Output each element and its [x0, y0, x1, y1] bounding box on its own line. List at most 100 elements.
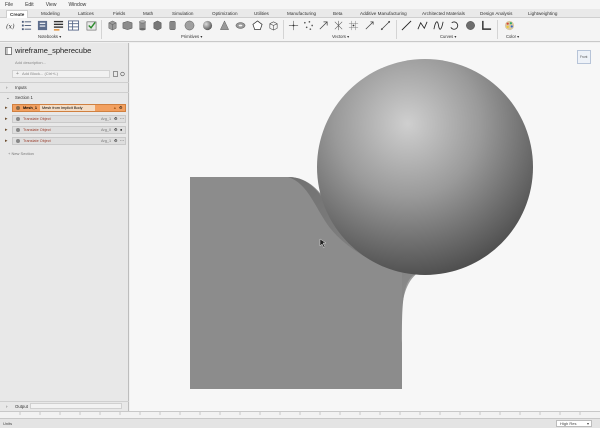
output-field[interactable] [30, 403, 122, 409]
group-curves[interactable]: Curves ▾ [440, 34, 457, 39]
ribbon-tabs: Create Modeling Lattices Fields Math Sim… [0, 9, 600, 18]
tab-optimization[interactable]: Optimization [212, 11, 238, 16]
check-icon[interactable] [86, 20, 97, 31]
tab-manufacturing[interactable]: Manufacturing [287, 11, 316, 16]
block-operation-select[interactable]: Mesh from Implicit Body [40, 105, 95, 111]
status-bar: Units High Res ▾ [0, 418, 600, 428]
block-status-icon [16, 128, 20, 132]
notebook-icon [5, 47, 12, 55]
direction-icon[interactable] [364, 20, 375, 31]
chevron-right-icon: › [6, 84, 8, 90]
menu-file[interactable]: File [5, 2, 13, 8]
color-palette-icon[interactable] [504, 20, 515, 31]
settings-icon[interactable]: ⚙ [114, 127, 117, 133]
settings-icon[interactable]: ⚙ [119, 105, 122, 111]
chevron-right-icon: ▸ [5, 105, 8, 111]
pentagon-icon[interactable] [252, 20, 263, 31]
sphere-icon[interactable] [202, 20, 213, 31]
tube-icon[interactable] [167, 20, 178, 31]
ribbon-toolbar: (x) Notebooks ▾ Primitives ▾ Vectors ▾ C… [0, 18, 600, 42]
measure-icon[interactable] [380, 20, 391, 31]
notebook-panel: wireframe_spherecube Add description... … [0, 43, 129, 411]
warning-icon: ▲ [113, 106, 117, 110]
vector-icon[interactable] [318, 20, 329, 31]
chevron-down-icon: ⌄ [6, 94, 10, 100]
cylinder-icon[interactable] [137, 20, 148, 31]
variable-icon[interactable]: (x) [6, 20, 17, 31]
more-icon[interactable]: ⋯ [120, 138, 124, 144]
section-row[interactable]: ⌄ Section 1 [0, 93, 129, 102]
tab-modeling[interactable]: Modeling [41, 11, 60, 16]
notebook-title[interactable]: wireframe_spherecube [15, 46, 91, 55]
chevron-right-icon: › [6, 403, 8, 409]
tab-simulation[interactable]: Simulation [172, 11, 193, 16]
point-icon[interactable] [288, 20, 299, 31]
tab-design-analysis[interactable]: Design Analysis [480, 11, 512, 16]
new-section-button[interactable]: + New Section [8, 151, 34, 156]
group-primitives[interactable]: Primitives ▾ [181, 34, 202, 39]
box-icon[interactable] [122, 20, 133, 31]
circle-icon[interactable] [465, 20, 476, 31]
spline-icon[interactable] [433, 20, 444, 31]
tab-beta[interactable]: Beta [333, 11, 342, 16]
menu-window[interactable]: Window [68, 2, 86, 8]
block-translate-1[interactable]: ▸ Translate Object Arg_1 ⚙ ⋯ [5, 115, 126, 123]
settings-icon[interactable]: ⚙ [114, 138, 117, 144]
cone-icon[interactable] [184, 20, 195, 31]
notebook-description[interactable]: Add description... [15, 60, 46, 65]
points-icon[interactable] [303, 20, 314, 31]
pyramid-icon[interactable] [219, 20, 230, 31]
svg-text:(x): (x) [6, 22, 15, 30]
block-status-icon [16, 106, 20, 110]
plus-icon: + [16, 71, 19, 77]
menu-view[interactable]: View [46, 2, 57, 8]
tab-additive-manufacturing[interactable]: Additive Manufacturing [360, 11, 407, 16]
block-status-icon [16, 117, 20, 121]
line-icon[interactable] [401, 20, 412, 31]
ruler [0, 411, 600, 418]
block-translate-2[interactable]: ▸ Translate Object Arg_0 ⚙ ● [5, 126, 126, 134]
wireframe-box-icon[interactable] [268, 20, 279, 31]
visibility-icon[interactable]: ● [120, 127, 122, 133]
menu-edit[interactable]: Edit [25, 2, 34, 8]
chevron-right-icon: ▸ [5, 116, 8, 122]
list-icon[interactable] [21, 20, 32, 31]
tab-math[interactable]: Math [143, 11, 153, 16]
section-list-icon[interactable] [53, 20, 64, 31]
block-mesh[interactable]: ▸ Mesh_1 Mesh from Implicit Body ▲ ⚙ [5, 104, 126, 112]
prism-icon[interactable] [152, 20, 163, 31]
menu-bar: File Edit View Window [0, 0, 600, 9]
more-icon[interactable]: ⋯ [120, 116, 124, 122]
settings-icon[interactable]: ⚙ [114, 116, 117, 122]
tab-fields[interactable]: Fields [113, 11, 125, 16]
tab-utilities[interactable]: Utilities [254, 11, 269, 16]
polyline-icon[interactable] [417, 20, 428, 31]
output-row[interactable]: › Output [0, 402, 129, 411]
tab-lightweighting[interactable]: Lightweighting [528, 11, 557, 16]
export-icon[interactable] [113, 71, 118, 77]
block-translate-3[interactable]: ▸ Translate Object Arg_1 ⚙ ⋯ [5, 137, 126, 145]
table-icon[interactable] [68, 20, 79, 31]
vector-grid-icon[interactable] [348, 20, 359, 31]
render-quality-select[interactable]: High Res ▾ [556, 420, 592, 427]
arc-icon[interactable] [449, 20, 460, 31]
tab-lattices[interactable]: Lattices [78, 11, 94, 16]
group-vectors[interactable]: Vectors ▾ [332, 34, 349, 39]
inputs-row[interactable]: › Inputs [0, 83, 129, 92]
tab-create[interactable]: Create [6, 9, 29, 18]
vector-field-icon[interactable] [333, 20, 344, 31]
block-status-icon [16, 139, 20, 143]
units-label: Units [3, 421, 13, 426]
sphere-cube-model [190, 59, 533, 389]
tab-architected-materials[interactable]: Architected Materials [422, 11, 465, 16]
group-notebooks[interactable]: Notebooks ▾ [38, 34, 61, 39]
view-cube[interactable]: Front [577, 50, 591, 64]
group-color[interactable]: Color ▾ [506, 34, 519, 39]
add-block-icon[interactable] [37, 20, 48, 31]
settings-icon[interactable] [120, 71, 125, 77]
cube-icon[interactable] [107, 20, 118, 31]
3d-viewport[interactable]: Front [130, 43, 600, 411]
torus-icon[interactable] [235, 20, 246, 31]
add-block-input[interactable]: + Add Block... (Ctrl+L) [12, 70, 110, 78]
corner-icon[interactable] [481, 20, 492, 31]
